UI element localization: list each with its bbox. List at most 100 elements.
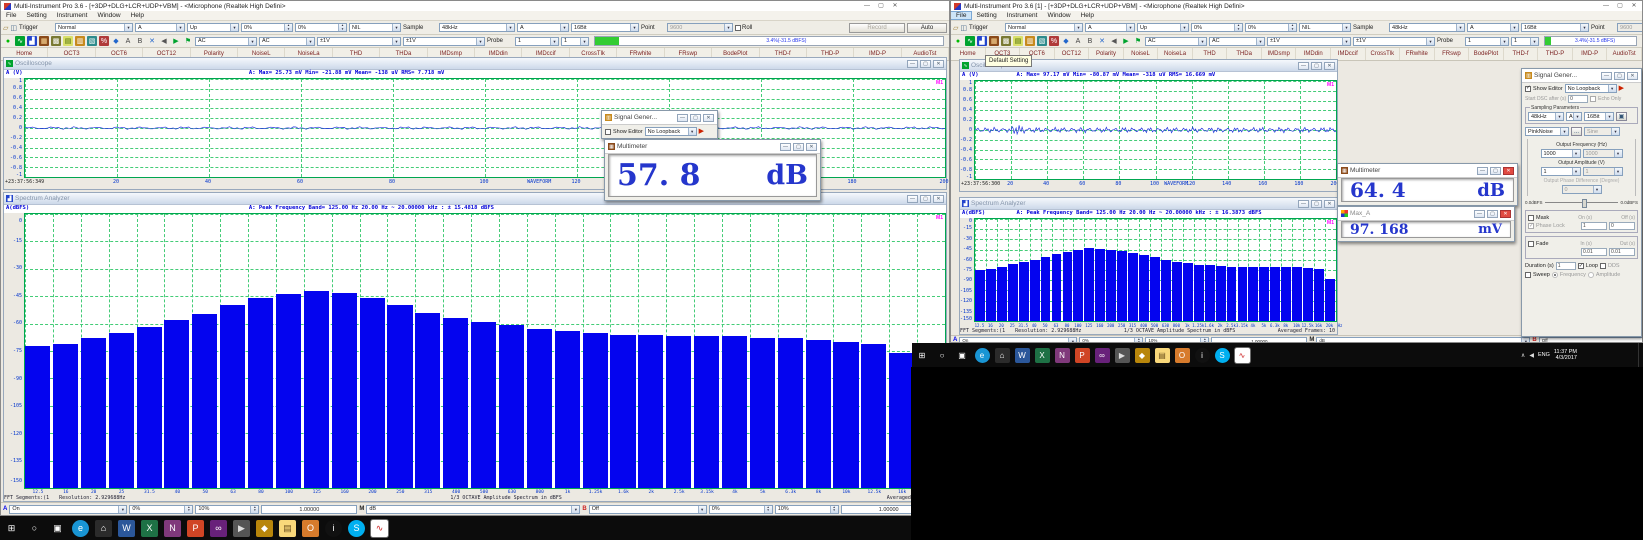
spectrum-3d-plot-icon[interactable]: ▩ [1001,36,1011,46]
toolbar-combo-ac1[interactable]: AC▾ [195,37,257,46]
hold-flag-icon[interactable]: ⚑ [1133,36,1143,46]
close-icon[interactable]: ✕ [806,143,817,151]
menu-help[interactable]: Help [1076,12,1099,19]
spectrum-analyzer-icon[interactable]: ▟ [977,36,987,46]
loop-checkbox[interactable] [1578,263,1584,269]
hold-flag-icon[interactable]: ⚑ [183,36,193,46]
multimeter-titlebar[interactable]: ▦ Multimeter —▢✕ [1338,164,1517,178]
minimize-icon[interactable]: — [677,114,688,122]
minimize-icon[interactable]: — [1601,2,1611,11]
strip-spin-cs1[interactable]: 0%▴▾ [129,505,193,514]
dropdown-arrow-icon[interactable]: ▾ [1521,338,1529,343]
oscilloscope-icon[interactable]: ∿ [965,36,975,46]
fade-out-field[interactable]: 0.01 [1609,248,1635,256]
dropdown-arrow-icon[interactable]: ▾ [306,38,314,45]
maximize-icon[interactable]: ▢ [690,114,701,122]
maximize-icon[interactable]: ▢ [1615,2,1625,11]
toolbar-combo-mode[interactable]: Normal▾ [1005,23,1083,32]
taskbar-icon-store[interactable]: ⌂ [95,520,112,537]
taskbar-icon-excel[interactable]: X [1035,348,1050,363]
spinner-arrows-icon[interactable]: ▴▾ [1134,338,1142,343]
fade-checkbox[interactable] [1528,241,1534,247]
dropdown-arrow-icon[interactable]: ▾ [580,38,588,45]
dropdown-arrow-icon[interactable]: ▾ [1572,168,1580,175]
run-indicator-icon[interactable]: ● [3,36,13,46]
toolbar-spin-pct2[interactable]: 0%▴▾ [295,23,347,32]
show-editor-checkbox[interactable] [1525,86,1531,92]
menu-setting[interactable]: Setting [21,12,51,19]
sound-device-icon[interactable]: ◀ [1109,36,1119,46]
dropdown-arrow-icon[interactable]: ▾ [476,38,484,45]
dropdown-arrow-icon[interactable]: ▾ [1068,338,1076,343]
taskbar-icon-multi-instrument[interactable]: ∿ [371,520,388,537]
menu-file[interactable]: File [1,12,21,19]
toolbar-combo-pointv[interactable]: 9600▾ [667,23,733,32]
spinner-arrows-icon[interactable]: ▴▾ [1200,338,1208,343]
toolbar-combo-v2[interactable]: ±1V▾ [1353,37,1435,46]
data-logger-icon[interactable]: ▤ [1013,36,1023,46]
dropdown-arrow-icon[interactable]: ▾ [1555,113,1563,120]
tab-frswp[interactable]: FRswp [1435,48,1470,60]
taskbar-icon-powerpoint[interactable]: P [187,520,204,537]
open-icon[interactable]: ▱ [953,24,958,32]
frequency-radio[interactable] [1552,272,1558,278]
dropdown-arrow-icon[interactable]: ▾ [1605,113,1613,120]
dropdown-arrow-icon[interactable]: ▾ [630,24,638,31]
start-dsc-field[interactable]: 0 [1568,95,1588,103]
taskbar-icon-media-center[interactable]: ◆ [256,520,273,537]
minimize-icon[interactable]: — [907,60,918,68]
max-a-titlebar[interactable]: Max_A —▢✕ [1338,207,1514,221]
strip-combo-off[interactable]: Off▾ [589,505,707,514]
mask-off-field[interactable]: 0 [1609,222,1635,230]
mask-checkbox[interactable] [1528,215,1534,221]
close-icon[interactable]: ✕ [1503,167,1514,175]
marker-a-icon[interactable]: A [1073,36,1083,46]
output-frequency-combo[interactable]: 1000▾ [1541,149,1581,158]
dropdown-arrow-icon[interactable]: ▾ [1560,128,1568,135]
spinner-arrows-icon[interactable]: ▴▾ [250,506,258,513]
dropdown-arrow-icon[interactable]: ▾ [1456,24,1464,31]
close-icon[interactable]: ✕ [703,114,714,122]
tab-crosstlk[interactable]: CrossTlk [1366,48,1401,60]
taskbar-icon-start[interactable]: ⊞ [3,520,20,537]
output-amplitude-b-combo[interactable]: 1▾ [1583,167,1623,176]
toolbar-combo-v2[interactable]: ±1V▾ [403,37,485,46]
close-icon[interactable]: ✕ [1500,210,1511,218]
taskbar-icon-media-center[interactable]: ◆ [1135,348,1150,363]
open-icon[interactable]: ▱ [3,24,8,32]
taskbar-icon-search[interactable]: ○ [26,520,43,537]
dropdown-arrow-icon[interactable]: ▾ [1572,150,1580,157]
dropdown-arrow-icon[interactable]: ▾ [1342,24,1350,31]
tab-audiotst[interactable]: AudioTst [1607,48,1642,60]
dropdown-arrow-icon[interactable]: ▾ [248,38,256,45]
show-editor-checkbox[interactable] [605,129,611,135]
toolbar-combo-nil[interactable]: NIL▾ [349,23,401,32]
spinner-arrows-icon[interactable]: ▴▾ [1234,24,1242,31]
duration-field[interactable]: 1 [1556,262,1576,270]
dropdown-arrow-icon[interactable]: ▾ [118,506,126,513]
minimize-icon[interactable]: — [780,143,791,151]
minimize-icon[interactable]: — [1601,72,1612,80]
device-test-plan-icon[interactable]: ▧ [87,36,97,46]
dropdown-arrow-icon[interactable]: ▾ [1256,38,1264,45]
taskbar-icon-skype[interactable]: S [348,520,365,537]
window-titlebar[interactable]: Multi-Instrument Pro 3.6 [1] - [+3DP+DLG… [951,1,1642,11]
dropdown-arrow-icon[interactable]: ▾ [1608,85,1616,92]
marker-a-icon[interactable]: A [123,36,133,46]
toolbar-spin-pct2[interactable]: 0%▴▾ [1245,23,1297,32]
toolbar-combo-edge[interactable]: Up▾ [187,23,239,32]
start-icon[interactable]: ▶ [171,36,181,46]
minimize-icon[interactable]: — [907,195,918,203]
dropdown-arrow-icon[interactable]: ▾ [392,38,400,45]
maximize-icon[interactable]: ▢ [1311,62,1322,70]
taskbar-left[interactable]: ⊞○▣e⌂WXNP∞▶◆▤OiS∿ [0,516,911,540]
menu-window[interactable]: Window [1042,12,1075,19]
checkbox-roll[interactable] [735,25,741,31]
multimeter-icon[interactable]: ▦ [989,36,999,46]
marker-b-icon[interactable]: B [135,36,145,46]
loopback-combo[interactable]: No Loopback▾ [645,127,697,136]
taskbar-icon-onenote[interactable]: N [164,520,181,537]
dropdown-arrow-icon[interactable]: ▾ [1500,38,1508,45]
menu-setting[interactable]: Setting [971,12,1001,19]
toolbar-spin-pct1[interactable]: 0%▴▾ [241,23,293,32]
